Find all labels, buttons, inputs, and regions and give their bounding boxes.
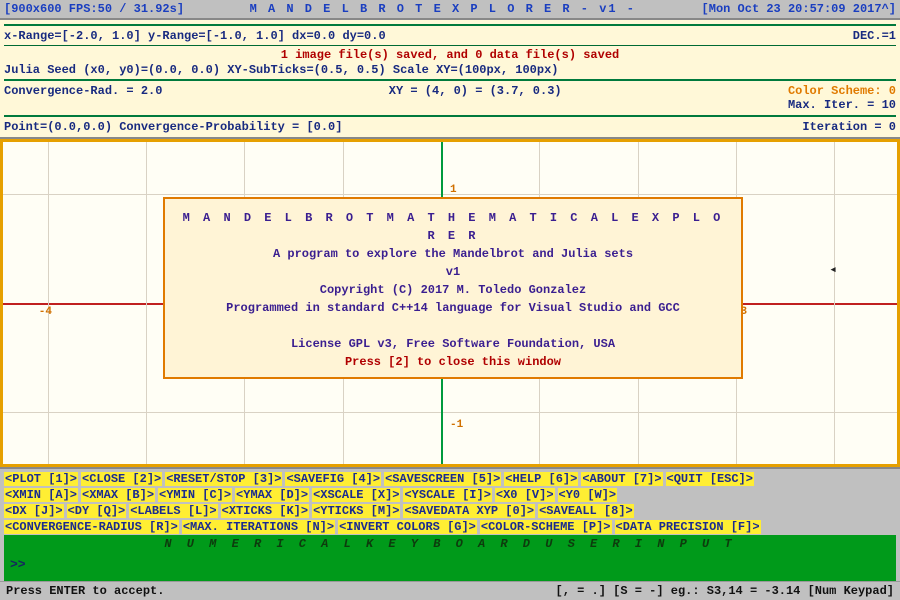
app-window: [900x600 FPS:50 / 31.92s] M A N D E L B … xyxy=(0,0,900,600)
command-button[interactable]: <COLOR-SCHEME [P]> xyxy=(480,520,612,534)
command-button[interactable]: <YSCALE [I]> xyxy=(403,488,491,502)
command-button[interactable]: <INVERT COLORS [G]> xyxy=(338,520,477,534)
command-button[interactable]: <HELP [6]> xyxy=(504,472,578,486)
command-button[interactable]: <PLOT [1]> xyxy=(4,472,78,486)
command-button[interactable]: <DX [J]> xyxy=(4,504,64,518)
about-title: M A N D E L B R O T M A T H E M A T I C … xyxy=(173,209,733,245)
about-subtitle: A program to explore the Mandelbrot and … xyxy=(173,245,733,263)
convergence-radius: Convergence-Rad. = 2.0 xyxy=(4,84,162,112)
cmd-row-2: <XMIN [A]><XMAX [B]><YMIN [C]><YMAX [D]>… xyxy=(4,487,896,503)
about-dialog: M A N D E L B R O T M A T H E M A T I C … xyxy=(163,197,743,379)
file-status: 1 image file(s) saved, and 0 data file(s… xyxy=(4,47,896,63)
command-button[interactable]: <RESET/STOP [3]> xyxy=(165,472,282,486)
command-button[interactable]: <DY [Q]> xyxy=(67,504,127,518)
color-scheme: Color Scheme: 0 xyxy=(788,84,896,98)
about-close-hint[interactable]: Press [2] to close this window xyxy=(173,353,733,371)
command-button[interactable]: <XSCALE [X]> xyxy=(312,488,400,502)
dec-info: DEC.=1 xyxy=(853,29,896,43)
fps-info: [900x600 FPS:50 / 31.92s] xyxy=(4,2,184,16)
about-version: v1 xyxy=(173,263,733,281)
footer-left: Press ENTER to accept. xyxy=(6,584,164,598)
command-button[interactable]: <DATA PRECISION [F]> xyxy=(615,520,761,534)
command-button[interactable]: <ABOUT [7]> xyxy=(581,472,662,486)
command-button[interactable]: <SAVESCREEN [5]> xyxy=(384,472,501,486)
title-bar: [900x600 FPS:50 / 31.92s] M A N D E L B … xyxy=(0,0,900,18)
app-title: M A N D E L B R O T E X P L O R E R - v1… xyxy=(250,2,636,16)
tick-y-pos1: 1 xyxy=(450,184,457,196)
about-copyright: Copyright (C) 2017 M. Toledo Gonzalez xyxy=(173,281,733,299)
cursor-icon: ◂ xyxy=(829,262,837,277)
max-iter: Max. Iter. = 10 xyxy=(788,98,896,112)
footer-bar: Press ENTER to accept. [, = .] [S = -] e… xyxy=(0,581,900,600)
command-panel: <PLOT [1]><CLOSE [2]><RESET/STOP [3]><SA… xyxy=(0,467,900,581)
command-button[interactable]: <SAVEDATA XYP [0]> xyxy=(403,504,535,518)
cmd-row-1: <PLOT [1]><CLOSE [2]><RESET/STOP [3]><SA… xyxy=(4,471,896,487)
input-panel[interactable]: N U M E R I C A L K E Y B O A R D U S E … xyxy=(4,535,896,581)
command-button[interactable]: <CLOSE [2]> xyxy=(81,472,162,486)
command-button[interactable]: <YTICKS [M]> xyxy=(312,504,400,518)
command-button[interactable]: <QUIT [ESC]> xyxy=(666,472,754,486)
command-button[interactable]: <XMAX [B]> xyxy=(81,488,155,502)
plot-canvas[interactable]: 1 -1 -4 3 ◂ M A N D E L B R O T M A T H … xyxy=(0,139,900,467)
command-button[interactable]: <MAX. ITERATIONS [N]> xyxy=(182,520,335,534)
iteration-info: Iteration = 0 xyxy=(802,120,896,134)
command-button[interactable]: <XMIN [A]> xyxy=(4,488,78,502)
command-button[interactable]: <X0 [V]> xyxy=(495,488,555,502)
tick-y-neg1: -1 xyxy=(450,419,463,431)
about-license: License GPL v3, Free Software Foundation… xyxy=(173,335,733,353)
command-button[interactable]: <XTICKS [K]> xyxy=(221,504,309,518)
tick-x-neg4: -4 xyxy=(39,306,52,318)
input-prompt[interactable]: >> xyxy=(10,557,890,572)
cmd-row-4: <CONVERGENCE-RADIUS [R]><MAX. ITERATIONS… xyxy=(4,519,896,535)
julia-info: Julia Seed (x0, y0)=(0.0, 0.0) XY-SubTic… xyxy=(4,63,896,77)
range-info: x-Range=[-2.0, 1.0] y-Range=[-1.0, 1.0] … xyxy=(4,29,386,43)
command-button[interactable]: <Y0 [W]> xyxy=(558,488,618,502)
footer-right: [, = .] [S = -] eg.: S3,14 = -3.14 [Num … xyxy=(556,584,894,598)
command-button[interactable]: <YMAX [D]> xyxy=(235,488,309,502)
command-button[interactable]: <LABELS [L]> xyxy=(129,504,217,518)
command-button[interactable]: <SAVEALL [8]> xyxy=(538,504,634,518)
datetime: [Mon Oct 23 20:57:09 2017^] xyxy=(702,2,896,16)
command-button[interactable]: <SAVEFIG [4]> xyxy=(285,472,381,486)
info-panel: x-Range=[-2.0, 1.0] y-Range=[-1.0, 1.0] … xyxy=(0,18,900,139)
cmd-row-3: <DX [J]><DY [Q]><LABELS [L]> <XTICKS [K]>… xyxy=(4,503,896,519)
input-heading: N U M E R I C A L K E Y B O A R D U S E … xyxy=(10,537,890,551)
xy-coords: XY = (4, 0) = (3.7, 0.3) xyxy=(389,84,562,112)
command-button[interactable]: <CONVERGENCE-RADIUS [R]> xyxy=(4,520,179,534)
about-lang: Programmed in standard C++14 language fo… xyxy=(173,299,733,317)
command-button[interactable]: <YMIN [C]> xyxy=(158,488,232,502)
point-info: Point=(0.0,0.0) Convergence-Probability … xyxy=(4,120,342,134)
